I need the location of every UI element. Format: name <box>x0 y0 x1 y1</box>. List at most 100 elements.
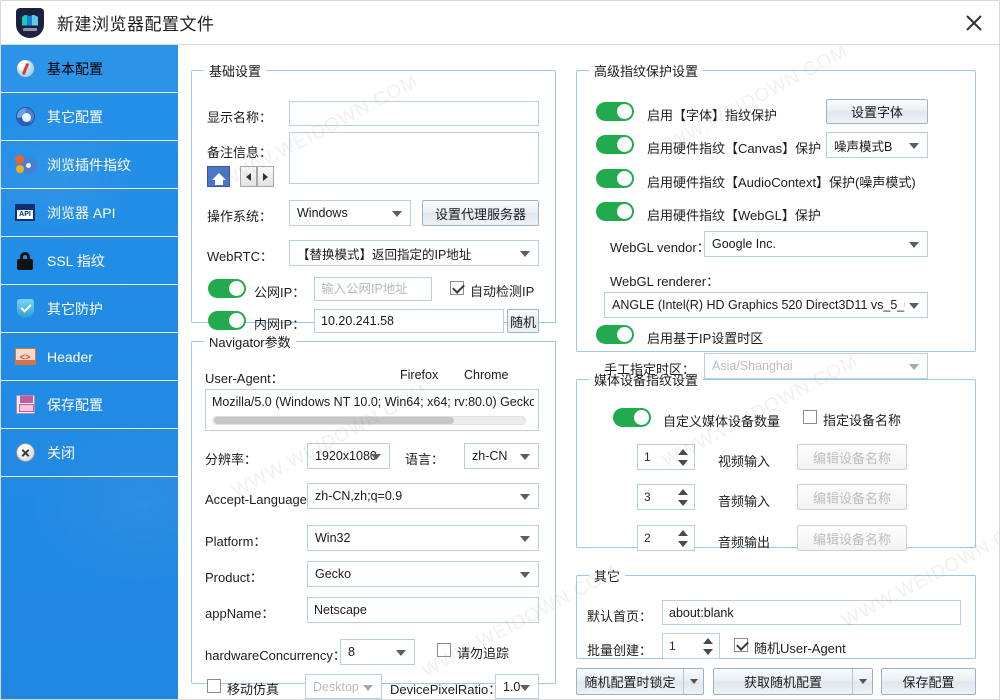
lock-on-random-dropdown[interactable] <box>683 669 703 694</box>
do-not-track-checkbox[interactable] <box>437 643 451 657</box>
ua-firefox-link[interactable]: Firefox <box>400 368 438 382</box>
chrome-icon <box>14 106 36 128</box>
advanced-fingerprint-legend: 高级指纹保护设置 <box>594 64 699 79</box>
media-device-legend: 媒体设备指纹设置 <box>594 373 699 388</box>
chevron-down-icon <box>363 684 373 691</box>
fetch-random-config-button[interactable]: 获取随机配置 <box>713 668 873 695</box>
home-icon[interactable] <box>207 166 230 187</box>
close-circle-icon <box>14 442 36 464</box>
chevron-down-icon <box>371 454 381 460</box>
platform-label: Platform： <box>205 534 267 549</box>
stepper-down-icon[interactable] <box>678 541 688 547</box>
lan-ip-input[interactable] <box>314 309 504 333</box>
sidebar-item-header[interactable]: <> Header <box>1 333 178 381</box>
page-title: 新建浏览器配置文件 <box>57 15 215 34</box>
sidebar-item-label: 保存配置 <box>47 396 103 413</box>
navigator-params-legend: Navigator参数 <box>209 335 291 350</box>
random-lan-ip-button[interactable]: 随机 <box>507 309 539 333</box>
device-pixel-ratio-label: DevicePixelRatio： <box>390 682 502 697</box>
stepper-up-icon[interactable] <box>703 638 713 644</box>
shield-check-icon <box>14 298 36 320</box>
sidebar-item-label: 基本配置 <box>47 60 103 77</box>
api-window-icon: API <box>14 202 36 224</box>
public-ip-input[interactable] <box>314 277 432 301</box>
user-agent-scrollbar[interactable] <box>212 416 526 425</box>
random-user-agent-checkbox[interactable] <box>734 638 748 652</box>
hardware-concurrency-value: 8 <box>348 645 355 659</box>
sidebar-item-basic-config[interactable]: 基本配置 <box>1 45 178 93</box>
set-font-button[interactable]: 设置字体 <box>826 99 928 124</box>
basic-settings-legend: 基础设置 <box>209 64 262 79</box>
chevron-down-icon <box>396 650 406 656</box>
user-agent-field[interactable]: Mozilla/5.0 (Windows NT 10.0; Win64; x64… <box>205 389 539 431</box>
stepper-down-icon[interactable] <box>678 500 688 506</box>
sidebar-item-other-config[interactable]: 其它配置 <box>1 93 178 141</box>
sidebar-item-label: SSL 指纹 <box>47 252 105 269</box>
os-select[interactable]: Windows <box>289 200 411 226</box>
webgl-vendor-select[interactable]: Google Inc. <box>704 231 928 257</box>
video-input-count-stepper[interactable]: 1 <box>637 444 695 470</box>
auto-detect-ip-checkbox[interactable] <box>450 281 464 295</box>
remark-textarea[interactable] <box>289 132 539 184</box>
sidebar-item-other-protection[interactable]: 其它防护 <box>1 285 178 333</box>
audio-output-count-stepper[interactable]: 2 <box>637 525 695 551</box>
accept-language-select[interactable]: zh-CN,zh;q=0.9 <box>307 483 539 509</box>
ua-chrome-link[interactable]: Chrome <box>464 368 508 382</box>
edit-audio-output-device-name-button[interactable]: 编辑设备名称 <box>797 525 907 551</box>
sidebar-item-plugin-fingerprint[interactable]: 浏览插件指纹 <box>1 141 178 189</box>
font-fingerprint-toggle[interactable] <box>596 102 634 121</box>
device-pixel-ratio-select[interactable]: 1.0 <box>495 674 539 699</box>
sidebar-item-close[interactable]: 关闭 <box>1 429 178 477</box>
lan-ip-toggle[interactable] <box>208 311 246 330</box>
display-name-input[interactable] <box>289 101 539 126</box>
code-tag-icon: <> <box>14 346 36 368</box>
chevron-down-icon <box>520 454 530 460</box>
stepper-up-icon[interactable] <box>678 489 688 495</box>
webgl-fingerprint-toggle[interactable] <box>596 202 634 221</box>
platform-select-value: Win32 <box>315 531 351 545</box>
mobile-emulation-checkbox[interactable] <box>207 679 221 693</box>
audiocontext-fingerprint-toggle[interactable] <box>596 169 634 188</box>
custom-media-count-toggle[interactable] <box>613 408 651 427</box>
product-select[interactable]: Gecko <box>307 561 539 587</box>
sidebar-item-ssl-fingerprint[interactable]: SSL 指纹 <box>1 237 178 285</box>
public-ip-label: 公网IP： <box>254 285 306 300</box>
mobile-emulation-label: 移动仿真 <box>227 682 280 697</box>
stepper-down-icon[interactable] <box>703 649 713 655</box>
sidebar-item-browser-api[interactable]: API 浏览器 API <box>1 189 178 237</box>
resolution-label: 分辨率： <box>205 452 258 467</box>
proxy-settings-button[interactable]: 设置代理服务器 <box>422 200 539 226</box>
fetch-random-config-dropdown[interactable] <box>852 669 872 694</box>
batch-create-stepper[interactable]: 1 <box>662 633 720 659</box>
audio-input-label: 音频输入 <box>718 494 771 509</box>
hardware-concurrency-select[interactable]: 8 <box>340 639 415 665</box>
language-select[interactable]: zh-CN <box>464 443 539 469</box>
stepper-up-icon[interactable] <box>678 449 688 455</box>
save-config-button[interactable]: 保存配置 <box>881 668 976 695</box>
device-pixel-ratio-value: 1.0 <box>503 679 521 694</box>
webrtc-select[interactable]: 【替换模式】返回指定的IP地址 <box>289 240 539 266</box>
title-bar: 新建浏览器配置文件 <box>1 1 999 45</box>
close-icon[interactable] <box>957 7 991 39</box>
edit-video-device-name-button[interactable]: 编辑设备名称 <box>797 444 907 470</box>
arrow-left-icon[interactable] <box>240 166 257 187</box>
canvas-noise-mode-select[interactable]: 噪声模式B <box>826 132 928 158</box>
sidebar-item-save-config[interactable]: 保存配置 <box>1 381 178 429</box>
stepper-down-icon[interactable] <box>678 460 688 466</box>
platform-select[interactable]: Win32 <box>307 525 539 551</box>
resolution-select[interactable]: 1920x1080 <box>307 443 390 469</box>
webgl-renderer-select[interactable]: ANGLE (Intel(R) HD Graphics 520 Direct3D… <box>604 292 928 318</box>
stepper-up-icon[interactable] <box>678 530 688 536</box>
audio-input-count-stepper[interactable]: 3 <box>637 484 695 510</box>
appname-input[interactable] <box>307 597 539 623</box>
homepage-input[interactable] <box>662 600 961 625</box>
canvas-fingerprint-toggle[interactable] <box>596 135 634 154</box>
appname-label: appName： <box>205 606 275 621</box>
arrow-right-icon[interactable] <box>257 166 274 187</box>
device-mode-select[interactable]: Desktop <box>305 674 382 699</box>
timezone-from-ip-toggle[interactable] <box>596 325 634 344</box>
public-ip-toggle[interactable] <box>208 279 246 298</box>
lock-on-random-button[interactable]: 随机配置时锁定 <box>576 668 704 695</box>
edit-audio-input-device-name-button[interactable]: 编辑设备名称 <box>797 484 907 510</box>
specify-device-name-checkbox[interactable] <box>803 410 817 424</box>
